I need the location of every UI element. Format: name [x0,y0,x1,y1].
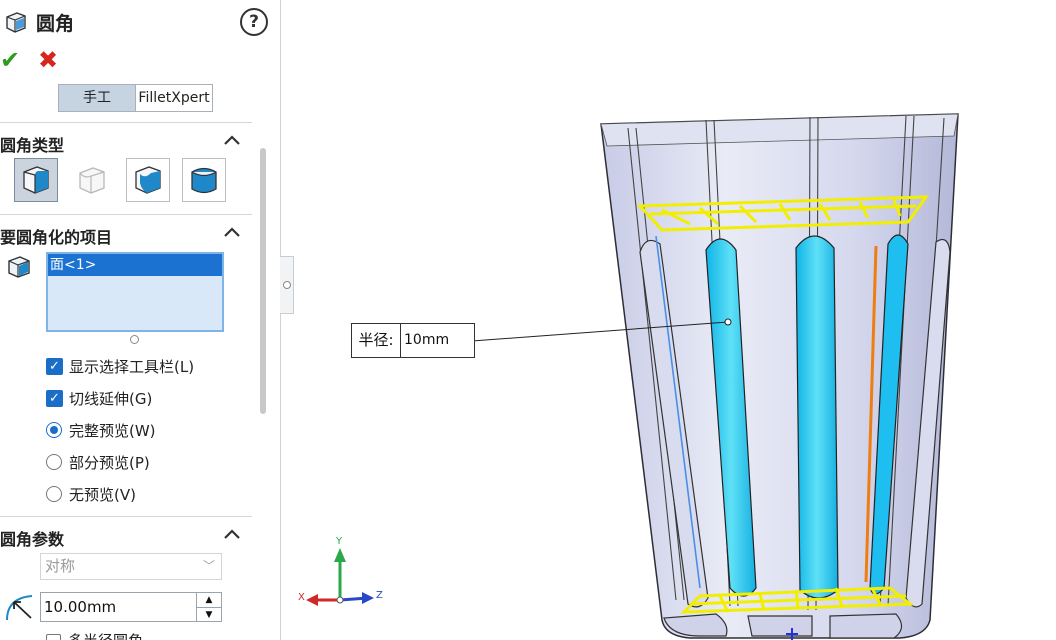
graphics-viewport[interactable] [0,0,1056,640]
callout-anchor [724,318,732,326]
selected-face[interactable] [795,235,839,599]
axis-z-label: Z [376,590,383,601]
callout-label: 半径: [352,324,401,357]
cup-base [663,613,903,639]
cup-body[interactable] [600,113,959,639]
axis-x-label: X [298,592,305,603]
axis-y-label: Y [336,536,343,547]
callout-value[interactable]: 10mm [401,324,474,357]
radius-callout[interactable]: 半径: 10mm [351,323,475,358]
axis-triad [306,548,374,606]
